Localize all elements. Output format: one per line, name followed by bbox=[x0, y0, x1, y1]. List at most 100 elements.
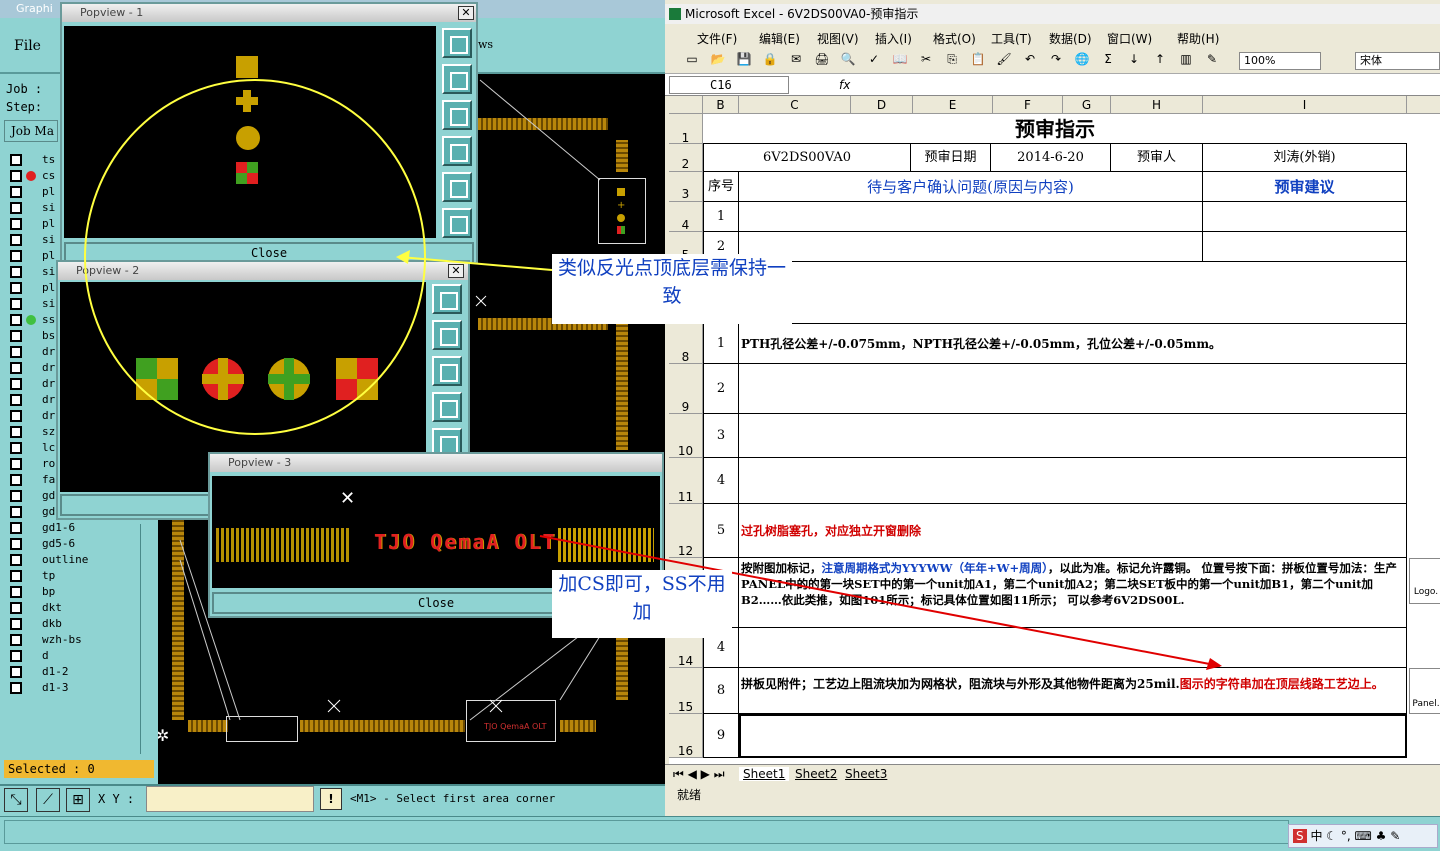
seq-cell[interactable]: 2 bbox=[703, 364, 739, 414]
menu-item[interactable]: 窗口(W) bbox=[1107, 30, 1152, 47]
issue-text-cell[interactable] bbox=[739, 202, 1203, 232]
layer-row[interactable]: gd1-6 bbox=[4, 520, 152, 536]
layer-checkbox[interactable] bbox=[10, 410, 22, 422]
layer-checkbox[interactable] bbox=[10, 666, 22, 678]
col-header-c[interactable]: C bbox=[739, 96, 851, 114]
layer-checkbox[interactable] bbox=[10, 378, 22, 390]
issue-text-cell[interactable] bbox=[739, 232, 1203, 262]
row-header[interactable]: 15 bbox=[669, 668, 703, 714]
zoom-in-icon[interactable] bbox=[432, 320, 462, 350]
layer-name[interactable]: tp bbox=[40, 569, 124, 583]
col-header-e[interactable]: E bbox=[913, 96, 993, 114]
close-icon[interactable]: ✕ bbox=[448, 264, 464, 278]
seq-cell[interactable]: 3 bbox=[703, 414, 739, 458]
row-header[interactable]: 16 bbox=[669, 714, 703, 758]
email-icon[interactable]: ✉ bbox=[787, 52, 805, 66]
menu-item[interactable]: 文件(F) bbox=[697, 30, 737, 47]
layer-scrollbar[interactable] bbox=[140, 524, 152, 754]
menu-item[interactable]: 帮助(H) bbox=[1177, 30, 1219, 47]
zoom-area-icon[interactable]: ⤡ bbox=[4, 788, 28, 812]
pan-right-icon[interactable] bbox=[442, 172, 472, 202]
tab-nav-icon[interactable]: ⏮ ◀ ▶ ⏭ bbox=[673, 767, 725, 782]
layer-checkbox[interactable] bbox=[10, 362, 22, 374]
layer-row[interactable]: dkb bbox=[4, 616, 152, 632]
xy-input[interactable] bbox=[146, 786, 314, 812]
format-painter-icon[interactable]: 🖌 bbox=[995, 52, 1013, 66]
layer-row[interactable]: d1-3 bbox=[4, 680, 152, 696]
zoom-select[interactable]: 100% bbox=[1239, 52, 1321, 70]
new-icon[interactable]: ▭ bbox=[683, 52, 701, 66]
layer-name[interactable]: d1-3 bbox=[40, 681, 124, 695]
panel-instructions-cell[interactable]: 拼板见附件；工艺边上阻流块加为网格状，阻流块与外形及其他物件距离为25mil.图… bbox=[739, 668, 1407, 714]
layer-checkbox[interactable] bbox=[10, 234, 22, 246]
popview-1-canvas[interactable] bbox=[64, 26, 436, 238]
seq-cell[interactable]: 4 bbox=[703, 458, 739, 504]
layer-row[interactable]: bp bbox=[4, 584, 152, 600]
menu-item[interactable]: 数据(D) bbox=[1049, 30, 1092, 47]
grid-icon[interactable]: ⊞ bbox=[66, 788, 90, 812]
undo-icon[interactable]: ↶ bbox=[1021, 52, 1039, 66]
menu-item[interactable]: 视图(V) bbox=[817, 30, 859, 47]
col-header-f[interactable]: F bbox=[993, 96, 1063, 114]
layer-row[interactable]: dkt bbox=[4, 600, 152, 616]
layer-row[interactable]: gd5-6 bbox=[4, 536, 152, 552]
issue-text-cell[interactable] bbox=[739, 458, 1407, 504]
layer-checkbox[interactable] bbox=[10, 298, 22, 310]
paste-icon[interactable]: 📋 bbox=[969, 52, 987, 66]
views-menu-label[interactable]: ws bbox=[478, 38, 493, 51]
autosum-icon[interactable]: Σ bbox=[1099, 52, 1117, 66]
hyperlink-icon[interactable]: 🌐 bbox=[1073, 52, 1091, 66]
layer-checkbox[interactable] bbox=[10, 426, 22, 438]
layer-row[interactable]: d1-2 bbox=[4, 664, 152, 680]
layer-row[interactable]: outline bbox=[4, 552, 152, 568]
col-header-d[interactable]: D bbox=[851, 96, 913, 114]
issue-text-cell[interactable] bbox=[739, 364, 1407, 414]
layer-checkbox[interactable] bbox=[10, 170, 22, 182]
layer-checkbox[interactable] bbox=[10, 522, 22, 534]
cut-icon[interactable]: ✂ bbox=[917, 52, 935, 66]
redo-icon[interactable]: ↷ bbox=[1047, 52, 1065, 66]
issues-header-cell[interactable]: 待与客户确认问题(原因与内容) bbox=[739, 172, 1203, 202]
layer-checkbox[interactable] bbox=[10, 346, 22, 358]
layer-checkbox[interactable] bbox=[10, 650, 22, 662]
layer-checkbox[interactable] bbox=[10, 282, 22, 294]
ime-tray[interactable]: S 中 ☾ °, ⌨ ♣ ✎ bbox=[1288, 824, 1438, 848]
layer-checkbox[interactable] bbox=[10, 490, 22, 502]
logo-attachment-icon[interactable]: Logo. bbox=[1409, 558, 1440, 604]
layer-checkbox[interactable] bbox=[10, 570, 22, 582]
row-header[interactable]: 3 bbox=[669, 172, 703, 202]
spelling-icon[interactable]: ✓ bbox=[865, 52, 883, 66]
layer-name[interactable]: gd1-6 bbox=[40, 521, 124, 535]
reviewer-cell[interactable]: 刘涛(外销) bbox=[1203, 144, 1407, 172]
seq-cell[interactable]: 9 bbox=[703, 714, 739, 758]
file-menu[interactable]: File bbox=[4, 22, 52, 70]
layer-checkbox[interactable] bbox=[10, 586, 22, 598]
date-cell[interactable]: 2014-6-20 bbox=[991, 144, 1111, 172]
issue-text-cell[interactable] bbox=[739, 628, 1407, 668]
layer-name[interactable]: gd5-6 bbox=[40, 537, 124, 551]
chart-icon[interactable]: ▥ bbox=[1177, 52, 1195, 66]
layer-row[interactable]: tp bbox=[4, 568, 152, 584]
pan-left-icon[interactable] bbox=[432, 392, 462, 422]
seq-cell[interactable]: 1 bbox=[703, 202, 739, 232]
tab-sheet1[interactable]: Sheet1 bbox=[739, 767, 790, 781]
part-number-cell[interactable]: 6V2DS00VA0 bbox=[703, 144, 911, 172]
row-header[interactable]: 12 bbox=[669, 504, 703, 558]
layer-checkbox[interactable] bbox=[10, 250, 22, 262]
seq-cell[interactable]: 5 bbox=[703, 504, 739, 558]
copy-icon[interactable]: ⎘ bbox=[943, 52, 961, 67]
layer-checkbox[interactable] bbox=[10, 602, 22, 614]
layer-name[interactable]: dkb bbox=[40, 617, 124, 631]
layer-checkbox[interactable] bbox=[10, 554, 22, 566]
col-header-b[interactable]: B bbox=[703, 96, 739, 114]
col-header-i[interactable]: I bbox=[1203, 96, 1407, 114]
layer-checkbox[interactable] bbox=[10, 474, 22, 486]
layer-checkbox[interactable] bbox=[10, 394, 22, 406]
permission-icon[interactable]: 🔒 bbox=[761, 52, 779, 66]
issue-text-cell[interactable]: PTH孔径公差+/-0.075mm，NPTH孔径公差+/-0.05mm，孔位公差… bbox=[739, 324, 1407, 364]
layer-checkbox[interactable] bbox=[10, 330, 22, 342]
sort-desc-icon[interactable]: ↑ bbox=[1151, 52, 1169, 66]
menu-item[interactable]: 插入(I) bbox=[875, 30, 912, 47]
layer-name[interactable]: dkt bbox=[40, 601, 124, 615]
blank-row-cell[interactable] bbox=[703, 262, 1407, 324]
